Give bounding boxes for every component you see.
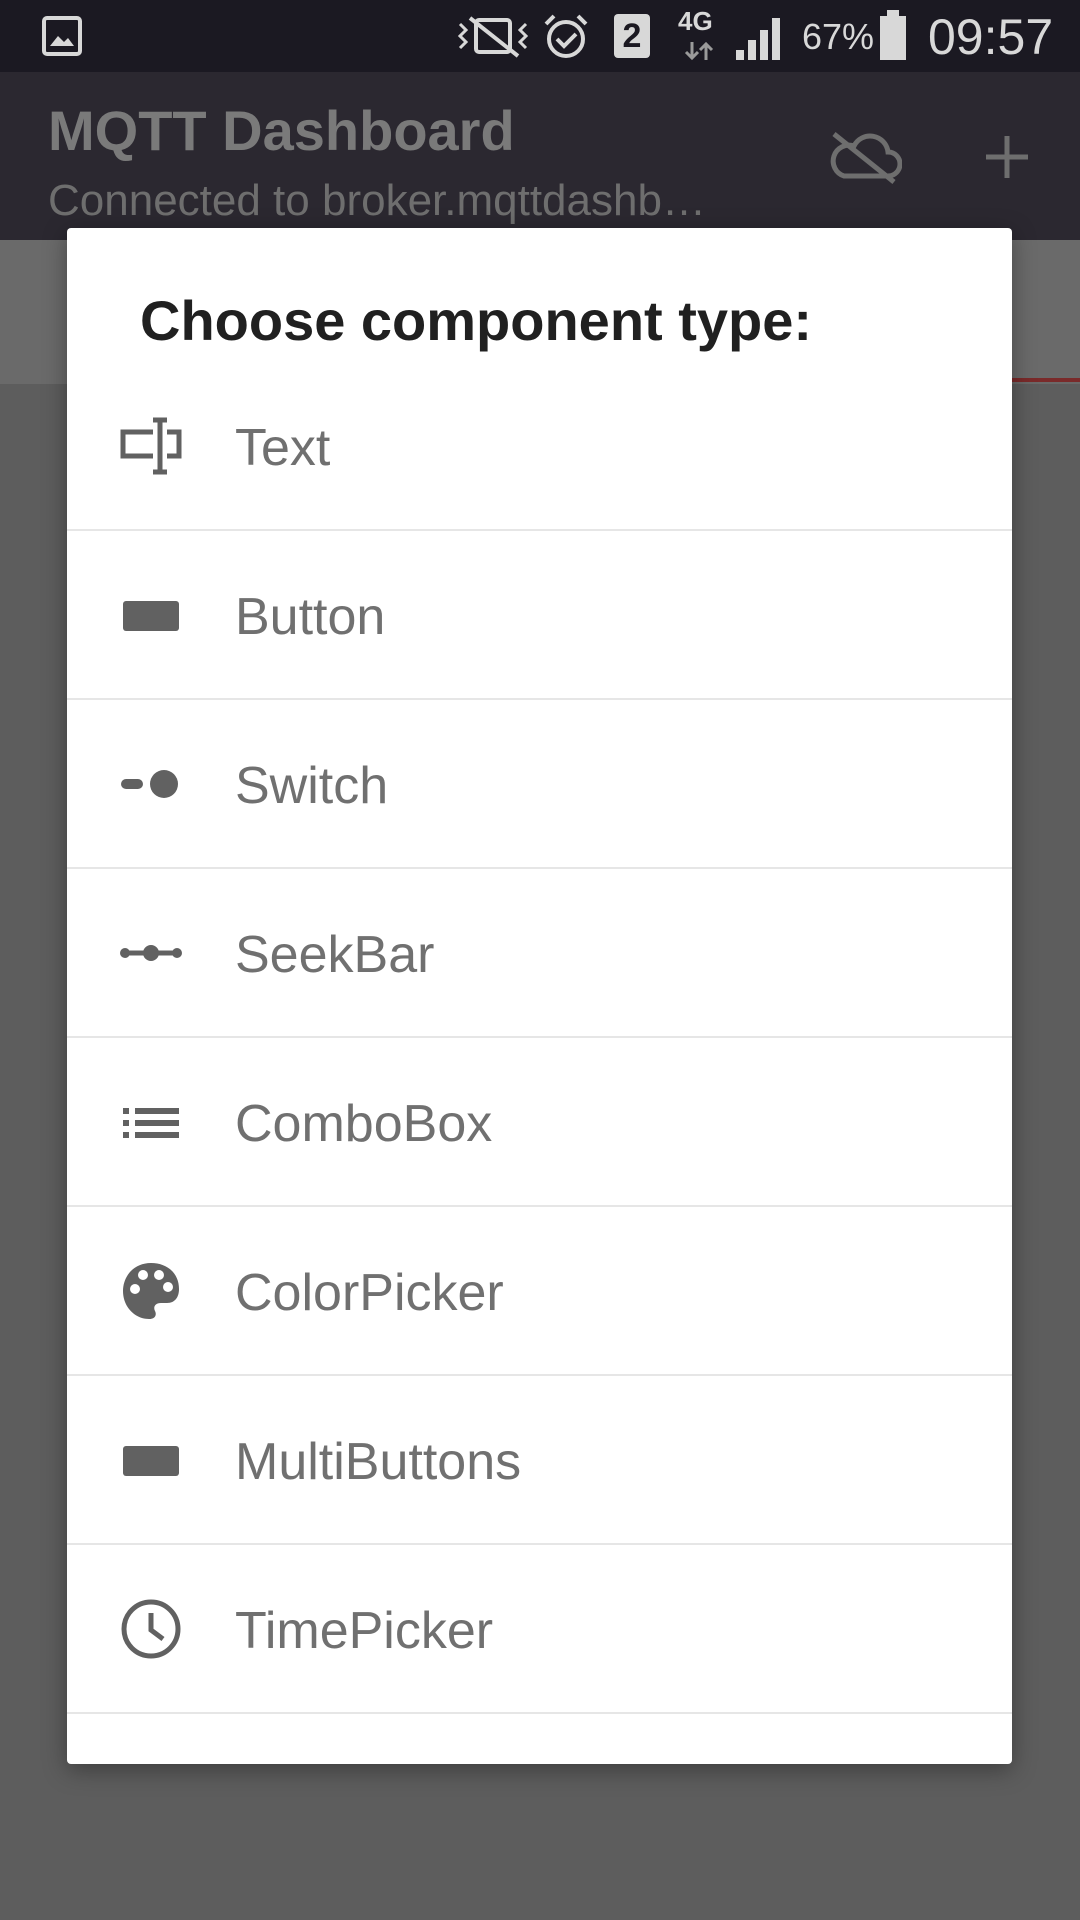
palette-icon bbox=[123, 1263, 179, 1319]
clock-icon bbox=[121, 1599, 181, 1659]
component-type-list: Text Button Switch SeekBar ComboBox Colo… bbox=[67, 362, 1012, 1714]
vibrate-mute-icon bbox=[457, 16, 529, 58]
list-item-label: ColorPicker bbox=[235, 1264, 504, 1322]
gallery-notification-icon bbox=[42, 16, 82, 56]
button-icon bbox=[123, 601, 179, 631]
sim-slot-badge: 2 bbox=[614, 14, 650, 58]
list-item-multibuttons[interactable]: MultiButtons bbox=[67, 1376, 1012, 1545]
list-icon bbox=[123, 1108, 179, 1138]
list-item-button[interactable]: Button bbox=[67, 531, 1012, 700]
battery-icon bbox=[880, 10, 906, 60]
button-icon bbox=[123, 1446, 179, 1476]
list-item-label: Button bbox=[235, 588, 386, 646]
list-item-seekbar[interactable]: SeekBar bbox=[67, 869, 1012, 1038]
list-item-label: TimePicker bbox=[235, 1602, 494, 1660]
text-field-icon bbox=[120, 417, 182, 475]
seekbar-icon bbox=[120, 945, 182, 961]
signal-icon bbox=[736, 18, 780, 60]
switch-icon bbox=[121, 770, 178, 798]
list-item-combobox[interactable]: ComboBox bbox=[67, 1038, 1012, 1207]
component-type-dialog: Choose component type: Text Button Switc… bbox=[67, 228, 1012, 1764]
network-type-label: 4G bbox=[678, 6, 713, 36]
clock-time: 09:57 bbox=[928, 9, 1054, 65]
dialog-title: Choose component type: bbox=[140, 289, 813, 352]
list-item-label: SeekBar bbox=[235, 926, 435, 984]
list-item-colorpicker[interactable]: ColorPicker bbox=[67, 1207, 1012, 1376]
add-icon[interactable] bbox=[982, 132, 1032, 182]
status-bar: 2 4G 67% 09:57 bbox=[0, 0, 1080, 72]
battery-percent: 67% bbox=[802, 16, 875, 57]
list-item-timepicker[interactable]: TimePicker bbox=[67, 1545, 1012, 1714]
list-item-label: MultiButtons bbox=[235, 1433, 522, 1491]
connection-status: Connected to broker.mqttdashb… bbox=[48, 176, 706, 225]
list-item-label: Text bbox=[235, 419, 331, 477]
cloud-off-icon[interactable] bbox=[826, 128, 902, 184]
alarm-icon bbox=[544, 14, 588, 58]
app-bar: MQTT Dashboard Connected to broker.mqttd… bbox=[0, 72, 1080, 240]
list-item-label: ComboBox bbox=[235, 1095, 493, 1153]
list-item-text[interactable]: Text bbox=[67, 362, 1012, 531]
list-item-label: Switch bbox=[235, 757, 389, 815]
data-arrows-icon bbox=[684, 41, 714, 61]
list-item-switch[interactable]: Switch bbox=[67, 700, 1012, 869]
app-title: MQTT Dashboard bbox=[48, 99, 515, 162]
tab-indicator bbox=[1010, 378, 1080, 382]
